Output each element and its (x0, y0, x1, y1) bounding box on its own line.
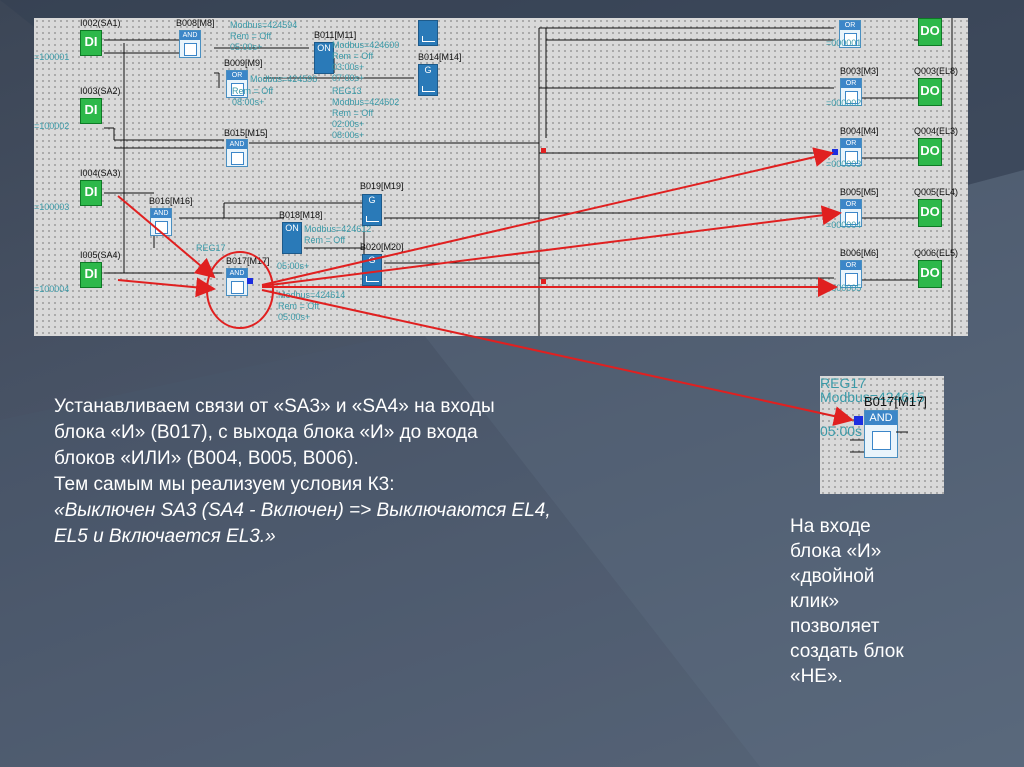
side-line: блока «И» (790, 541, 882, 562)
side-line: «двойной (790, 566, 875, 587)
arrow-and-to-b005 (261, 205, 842, 287)
side-line: клик» (790, 591, 840, 612)
arrow-and-to-b004 (261, 147, 834, 286)
arrow-sa4-to-and (117, 277, 216, 298)
side-note-text: На входе блока «И» «двойной клик» позвол… (790, 514, 970, 689)
side-line: позволяет (790, 616, 880, 637)
arrow-sa3-to-and (117, 195, 216, 279)
side-line: «НЕ». (790, 666, 843, 687)
text-line: Устанавливаем связи от «SA3» и «SA4» на … (54, 396, 495, 417)
text-line: Тем самым мы реализуем условия К3: (54, 474, 395, 495)
text-line: блока «И» (B017), с выхода блока «И» до … (54, 422, 478, 443)
side-line: создать блок (790, 641, 904, 662)
side-line: На входе (790, 516, 871, 537)
text-line-italic: EL5 и Включается EL3.» (54, 526, 276, 547)
text-line-italic: «Выключен SA3 (SA4 - Включен) => Выключа… (54, 500, 551, 521)
explanation-text: Устанавливаем связи от «SA3» и «SA4» на … (54, 394, 734, 550)
text-line: блоков «ИЛИ» (B004, B005, B006). (54, 448, 359, 469)
